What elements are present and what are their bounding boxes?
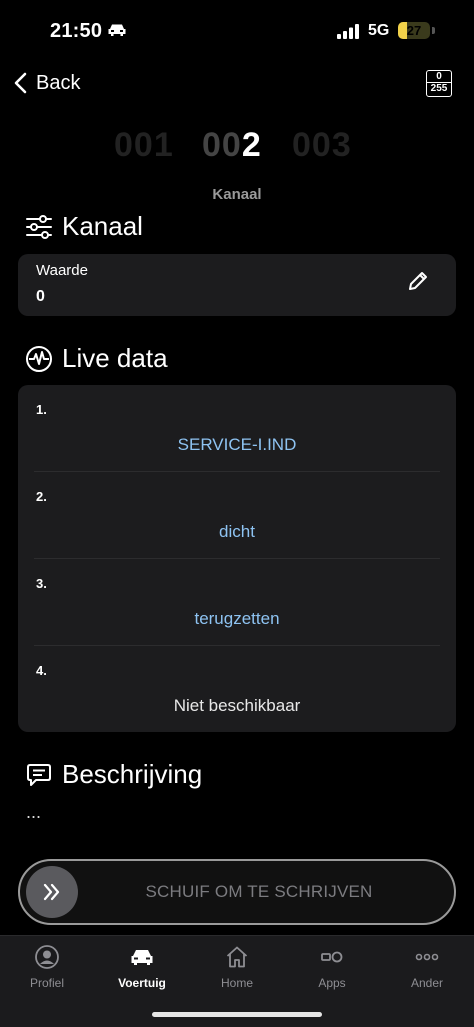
live-data-heading: Live data	[24, 343, 168, 374]
live-row: 4. Niet beschikbaar	[34, 646, 440, 733]
live-row-number: 2.	[36, 489, 47, 504]
network-type: 5G	[368, 22, 390, 39]
description-heading: Beschrijving	[24, 759, 202, 790]
live-row-value: Niet beschikbaar	[173, 696, 301, 715]
picker-label: Kanaal	[212, 186, 262, 203]
kanaal-title: Kanaal	[62, 211, 143, 241]
kanaal-heading: Kanaal	[24, 211, 143, 242]
live-data-title: Live data	[62, 343, 168, 373]
live-row: 2. dicht	[34, 472, 440, 559]
description-title: Beschrijving	[62, 759, 203, 789]
more-icon	[415, 953, 439, 961]
value-field: 0	[36, 288, 45, 305]
pencil-icon[interactable]	[406, 269, 430, 293]
pulse-icon	[26, 345, 52, 372]
tab-label: Voertuig	[118, 976, 166, 990]
channel-prev[interactable]: 001	[114, 126, 174, 165]
value-card: Waarde 0	[18, 254, 456, 316]
status-time: 21:50	[50, 20, 103, 42]
value-range-button[interactable]: 0 255	[426, 70, 452, 97]
live-row-value[interactable]: terugzetten	[34, 609, 440, 629]
home-indicator	[152, 1012, 322, 1017]
status-bar: 21:50 5G 27	[0, 0, 474, 62]
back-button[interactable]: Back	[12, 68, 80, 98]
live-row: 3. terugzetten	[34, 559, 440, 646]
comment-icon	[27, 763, 51, 786]
live-row-number: 1.	[36, 402, 47, 417]
battery-cap	[432, 27, 435, 34]
tab-label: Ander	[410, 976, 444, 990]
live-row-value[interactable]: SERVICE-I.IND	[34, 435, 440, 455]
car-icon	[108, 24, 126, 36]
live-row-number: 4.	[36, 663, 47, 678]
apps-icon	[321, 951, 343, 963]
tab-apps[interactable]: Apps	[285, 944, 379, 990]
channel-current-digit: 2	[241, 126, 262, 164]
home-icon	[226, 946, 248, 968]
slide-to-write[interactable]: SCHUIF OM TE SCHRIJVEN	[18, 859, 456, 925]
range-max: 255	[430, 83, 448, 94]
live-data-card: 1. SERVICE-I.IND 2. dicht 3. terugzetten…	[18, 385, 456, 732]
range-min: 0	[427, 71, 451, 83]
slider-label: SCHUIF OM TE SCHRIJVEN	[145, 882, 373, 901]
channel-next[interactable]: 003	[292, 126, 352, 165]
person-icon	[35, 945, 59, 969]
tab-label: Apps	[318, 976, 346, 990]
battery-percent: 27	[406, 23, 422, 38]
car-icon	[131, 950, 153, 965]
live-row: 1. SERVICE-I.IND	[34, 385, 440, 472]
channel-current[interactable]: 002	[202, 126, 262, 165]
live-row-value[interactable]: dicht	[34, 522, 440, 542]
tab-home[interactable]: Home	[190, 944, 284, 990]
sliders-icon	[26, 214, 52, 239]
back-label: Back	[36, 71, 81, 94]
chevron-left-icon	[14, 72, 27, 94]
tab-voertuig[interactable]: Voertuig	[95, 944, 189, 990]
tab-label: Profiel	[29, 976, 64, 990]
battery-icon: 27	[398, 22, 430, 39]
channel-current-prefix: 00	[202, 126, 242, 164]
double-chevron-right-icon	[43, 883, 60, 901]
slider-handle[interactable]	[26, 866, 78, 918]
description-text: ...	[26, 802, 42, 822]
tab-profiel[interactable]: Profiel	[0, 944, 94, 990]
value-label: Waarde	[36, 262, 88, 279]
tab-label: Home	[220, 976, 253, 990]
signal-icon	[337, 24, 359, 39]
tab-ander[interactable]: Ander	[380, 944, 474, 990]
channel-picker[interactable]: 001 002 003	[0, 126, 474, 170]
live-row-number: 3.	[36, 576, 47, 591]
